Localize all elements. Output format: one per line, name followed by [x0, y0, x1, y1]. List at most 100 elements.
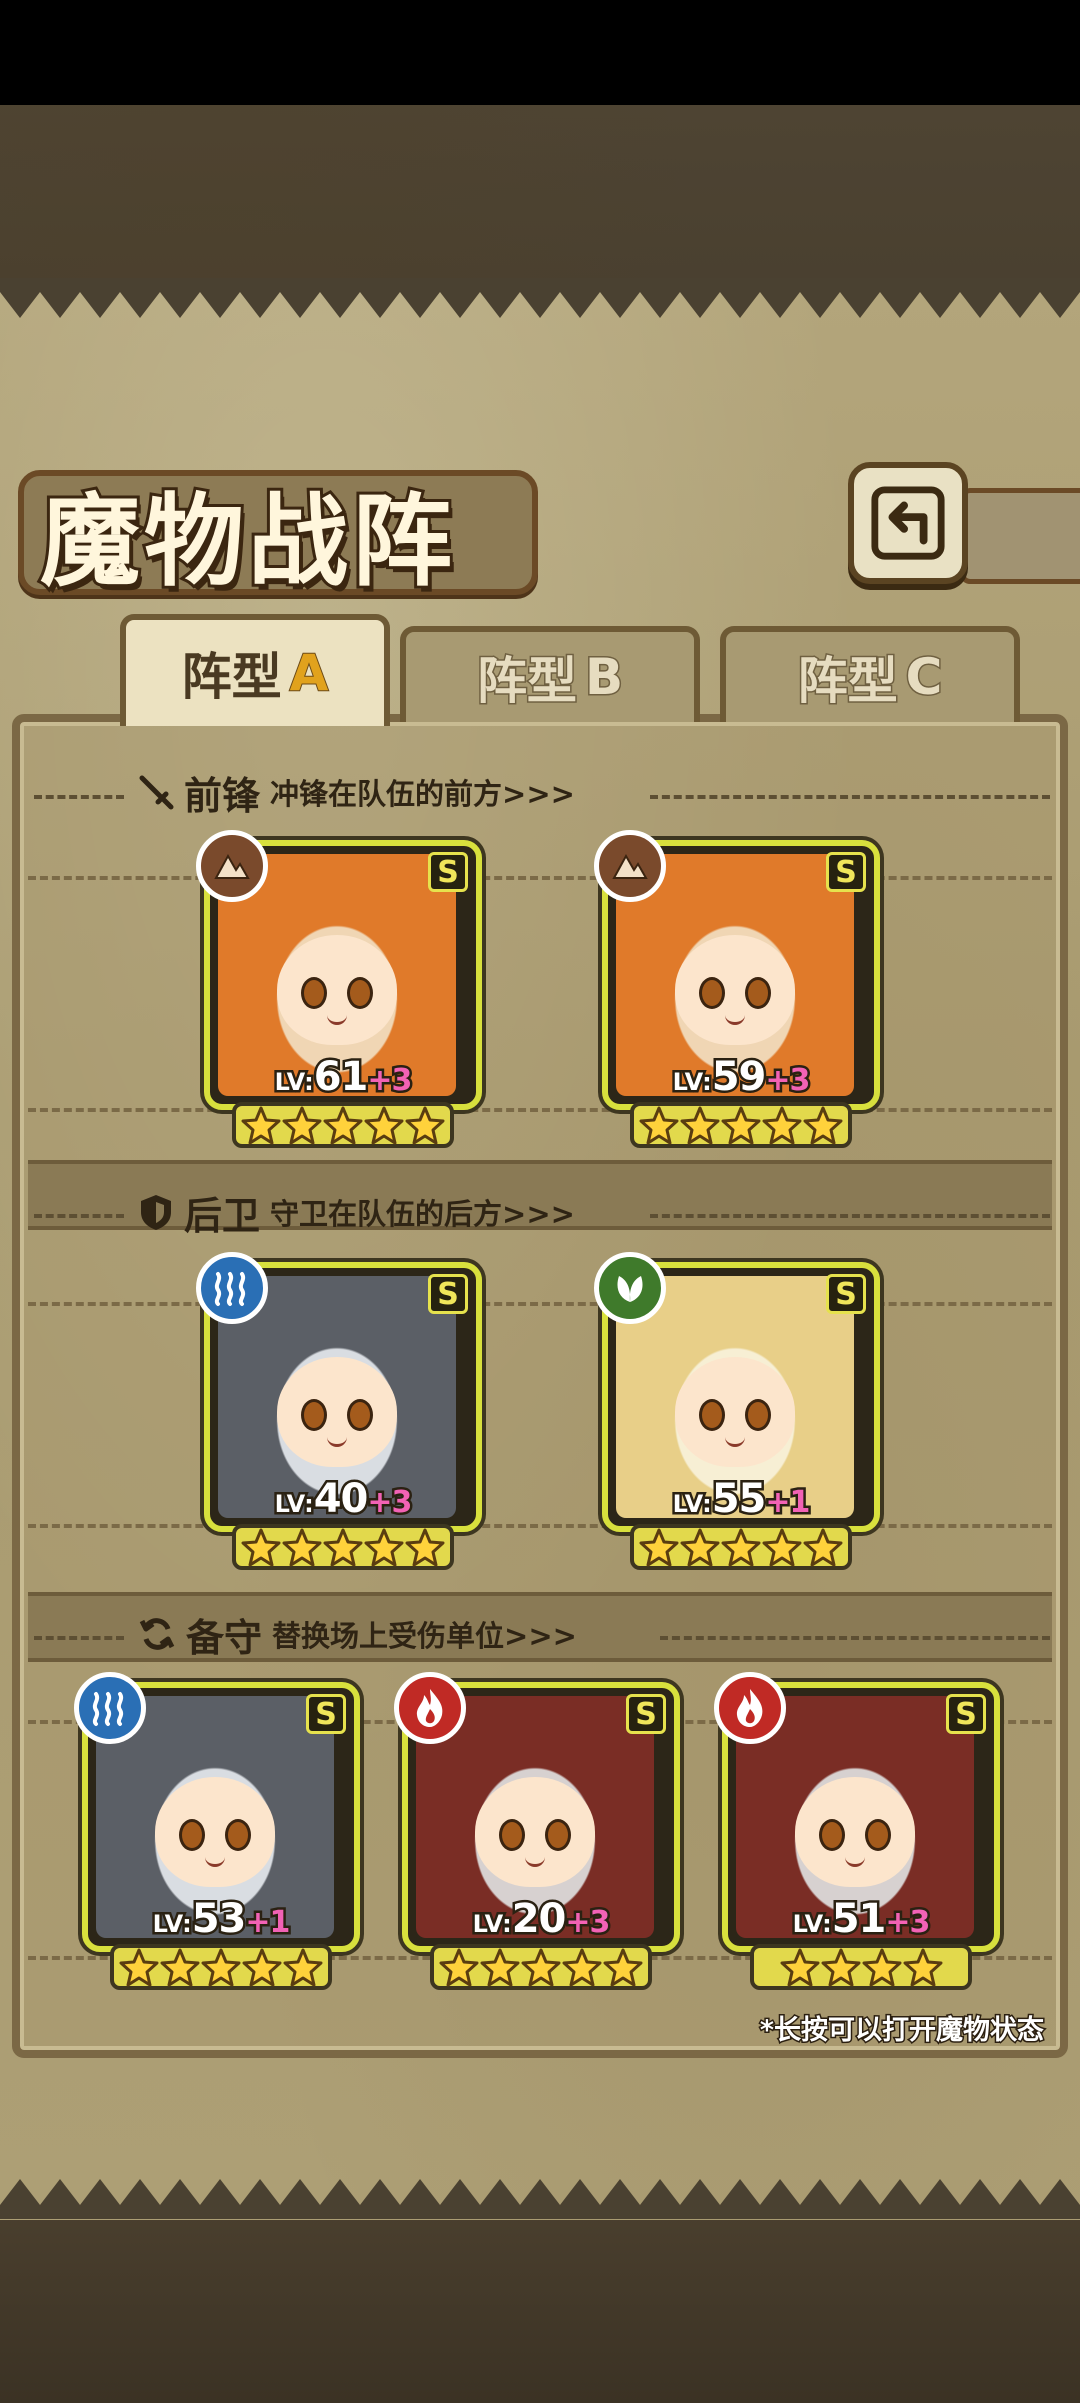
- formation-tabs: 阵型 B 阵型 C 阵型 A: [20, 614, 1060, 726]
- rank-badge: S: [626, 1694, 666, 1734]
- star-icon: [480, 1948, 520, 1987]
- back-button-rail: [960, 488, 1080, 584]
- mountain-icon: [196, 830, 268, 902]
- star-icon: [323, 1106, 363, 1145]
- tab-formation-a[interactable]: 阵型 A: [120, 614, 390, 726]
- level-value: 59: [709, 1052, 769, 1103]
- waves-icon: [74, 1672, 146, 1744]
- star-icon: [762, 1528, 802, 1567]
- level-prefix: LV:: [272, 1488, 316, 1521]
- rank-badge: S: [428, 1274, 468, 1314]
- level-bonus: +1: [763, 1483, 813, 1523]
- row-guide: [28, 1524, 1052, 1528]
- star-icon: [364, 1106, 404, 1145]
- star-icon: [241, 1106, 281, 1145]
- leaf-icon: [594, 1252, 666, 1324]
- section-name: 后卫: [184, 1193, 261, 1238]
- flame-icon: [394, 1672, 466, 1744]
- page-title: 魔物战阵: [37, 479, 456, 603]
- swap-arrows-icon: [139, 1618, 175, 1650]
- star-icon: [160, 1948, 200, 1987]
- level-prefix: LV:: [790, 1908, 834, 1941]
- section-desc: 替换场上受伤单位>>>: [272, 1619, 577, 1653]
- monster-card[interactable]: S LV:20+3: [394, 1672, 680, 1990]
- divider: [34, 1214, 124, 1218]
- back-button[interactable]: [848, 462, 968, 584]
- star-icon: [680, 1106, 720, 1145]
- star-icon: [862, 1948, 901, 1987]
- level-label: LV:20+3: [402, 1894, 680, 1945]
- return-arrow-icon: [871, 486, 945, 560]
- star-rating: [232, 1102, 454, 1148]
- star-icon: [282, 1106, 322, 1145]
- tab-formation-b[interactable]: 阵型 B: [400, 626, 700, 722]
- monster-card[interactable]: S LV:55+1: [594, 1252, 880, 1570]
- level-prefix: LV:: [670, 1066, 714, 1099]
- level-bonus: +3: [763, 1061, 813, 1101]
- star-icon: [903, 1948, 942, 1987]
- star-rating: [630, 1102, 852, 1148]
- tab-letter: C: [904, 647, 944, 708]
- monster-card[interactable]: S LV:40+3: [196, 1252, 482, 1570]
- level-value: 61: [311, 1052, 371, 1103]
- tab-letter: A: [289, 643, 330, 703]
- status-bar: [0, 0, 1080, 105]
- star-icon: [803, 1106, 843, 1145]
- star-icon: [721, 1528, 761, 1567]
- section-desc: 冲锋在队伍的前方>>>: [270, 777, 575, 811]
- star-icon: [201, 1948, 241, 1987]
- level-bonus: +3: [883, 1903, 933, 1943]
- tab-formation-c[interactable]: 阵型 C: [720, 626, 1020, 722]
- section-header-reserve: 备守 替换场上受伤单位>>>: [138, 1606, 577, 1662]
- row-guide: [28, 1108, 1052, 1112]
- level-label: LV:40+3: [204, 1474, 482, 1525]
- star-icon: [521, 1948, 561, 1987]
- portrait-face: [277, 934, 397, 1045]
- star-icon: [282, 1528, 322, 1567]
- level-label: LV:51+3: [722, 1894, 1000, 1945]
- divider: [660, 1636, 1050, 1640]
- star-rating: [232, 1524, 454, 1570]
- row-guide: [28, 1302, 1052, 1306]
- bottom-map-area: [0, 2210, 1080, 2403]
- monster-card[interactable]: S LV:61+3: [196, 830, 482, 1148]
- level-prefix: LV:: [272, 1066, 316, 1099]
- divider: [34, 1636, 124, 1640]
- divider: [650, 795, 1050, 799]
- star-icon: [283, 1948, 323, 1987]
- star-icon: [780, 1948, 819, 1987]
- star-icon: [242, 1948, 282, 1987]
- tab-letter: B: [583, 647, 624, 708]
- section-header-vanguard: 前锋 冲锋在队伍的前方>>>: [138, 764, 575, 820]
- panel-bottom-edge: [0, 2179, 1080, 2219]
- level-value: 20: [509, 1894, 569, 1945]
- monster-card[interactable]: S LV:53+1: [74, 1672, 360, 1990]
- mountain-icon: [594, 830, 666, 902]
- star-rating: [110, 1944, 332, 1990]
- divider: [650, 1214, 1050, 1218]
- portrait-face: [155, 1776, 275, 1887]
- level-value: 40: [311, 1474, 371, 1525]
- level-value: 51: [829, 1894, 889, 1945]
- section-name: 前锋: [184, 773, 261, 818]
- star-rating: [430, 1944, 652, 1990]
- section-name: 备守: [186, 1615, 263, 1660]
- portrait-face: [277, 1356, 397, 1467]
- level-bonus: +1: [243, 1903, 293, 1943]
- level-value: 55: [709, 1474, 769, 1525]
- star-icon: [119, 1948, 159, 1987]
- monster-card[interactable]: S LV:51+3: [714, 1672, 1000, 1990]
- monster-card[interactable]: S LV:59+3: [594, 830, 880, 1148]
- level-value: 53: [189, 1894, 249, 1945]
- rank-badge: S: [306, 1694, 346, 1734]
- level-label: LV:61+3: [204, 1052, 482, 1103]
- portrait-face: [475, 1776, 595, 1887]
- star-icon: [364, 1528, 404, 1567]
- level-bonus: +3: [563, 1903, 613, 1943]
- divider: [34, 795, 124, 799]
- rank-badge: S: [946, 1694, 986, 1734]
- star-icon: [405, 1528, 445, 1567]
- panel-top-edge: [0, 278, 1080, 318]
- portrait-face: [675, 1356, 795, 1467]
- level-prefix: LV:: [670, 1488, 714, 1521]
